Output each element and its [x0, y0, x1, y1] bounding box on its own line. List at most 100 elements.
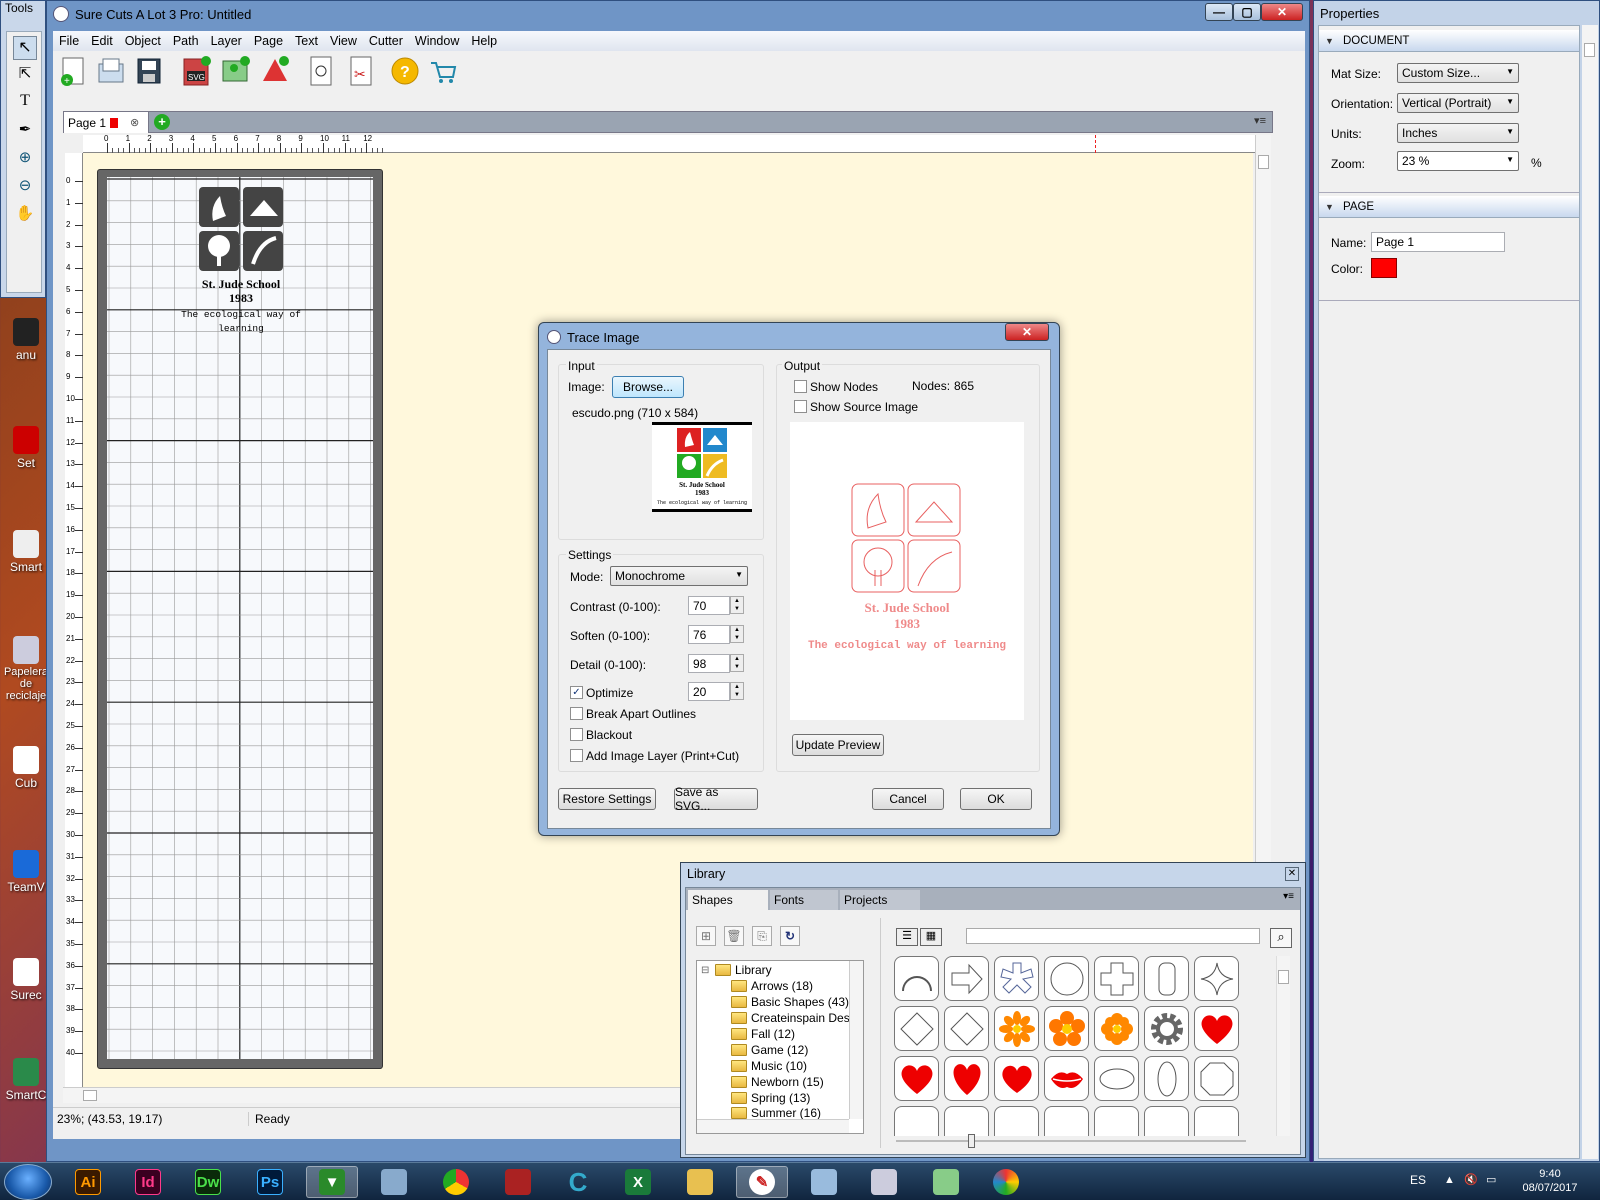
- help-icon[interactable]: ?: [389, 54, 421, 88]
- shape-item[interactable]: [1044, 1106, 1089, 1136]
- shape-diamond-icon[interactable]: [894, 1006, 939, 1051]
- paint-taskbar-button[interactable]: [980, 1166, 1032, 1198]
- cancel-button[interactable]: Cancel: [872, 788, 944, 810]
- shape-diamond-icon[interactable]: [944, 1006, 989, 1051]
- shape-flower-icon[interactable]: [1094, 1006, 1139, 1051]
- tab-shapes[interactable]: Shapes: [688, 890, 768, 910]
- library-close-icon[interactable]: ✕: [1285, 867, 1299, 881]
- app-taskbar-button[interactable]: [798, 1166, 850, 1198]
- tree-folder[interactable]: Arrows (18): [731, 979, 813, 993]
- library-menu-icon[interactable]: ▾≡: [1283, 891, 1294, 902]
- shape-rounded-rect-icon[interactable]: [1144, 956, 1189, 1001]
- close-button[interactable]: ✕: [1261, 3, 1303, 21]
- update-preview-button[interactable]: Update Preview: [792, 734, 884, 756]
- document-section-header[interactable]: DOCUMENT: [1319, 30, 1579, 52]
- shape-ellipse-icon[interactable]: [1144, 1056, 1189, 1101]
- shape-octagon-icon[interactable]: [1194, 1056, 1239, 1101]
- import-svg-icon[interactable]: SVG: [181, 54, 213, 88]
- new-folder-icon[interactable]: ⊞: [696, 926, 716, 946]
- list-view-icon[interactable]: ☰: [896, 928, 918, 946]
- tree-folder[interactable]: Basic Shapes (43): [731, 995, 849, 1009]
- desktop-icon[interactable]: SmartC: [0, 1058, 52, 1102]
- show-nodes-checkbox[interactable]: [794, 380, 807, 393]
- shape-ellipse-icon[interactable]: [1094, 1056, 1139, 1101]
- desktop-icon[interactable]: Smart: [0, 530, 52, 574]
- app-taskbar-button[interactable]: [920, 1166, 972, 1198]
- photoshop-taskbar-button[interactable]: Ps: [244, 1166, 296, 1198]
- illustrator-taskbar-button[interactable]: Ai: [62, 1166, 114, 1198]
- shape-cross-icon[interactable]: [1094, 956, 1139, 1001]
- show-source-checkbox[interactable]: [794, 400, 807, 413]
- shape-heart-icon[interactable]: [994, 1056, 1039, 1101]
- app-taskbar-button[interactable]: [492, 1166, 544, 1198]
- units-select[interactable]: Inches: [1397, 123, 1519, 143]
- menu-page[interactable]: Page: [248, 34, 289, 48]
- tree-folder[interactable]: Fall (12): [731, 1027, 795, 1041]
- shape-item[interactable]: [994, 1106, 1039, 1136]
- shape-arc-icon[interactable]: [894, 956, 939, 1001]
- shape-lips-icon[interactable]: [1044, 1056, 1089, 1101]
- library-search-input[interactable]: [966, 928, 1260, 944]
- tab-fonts[interactable]: Fonts: [770, 890, 838, 910]
- save-as-svg-button[interactable]: Save as SVG...: [674, 785, 758, 813]
- page-color-swatch[interactable]: [1371, 258, 1397, 278]
- shapes-scrollbar[interactable]: [1276, 956, 1290, 1136]
- menu-edit[interactable]: Edit: [85, 34, 119, 48]
- shape-item[interactable]: [1094, 1106, 1139, 1136]
- mode-select[interactable]: Monochrome: [610, 566, 748, 586]
- pan-hand-icon[interactable]: ✋: [13, 204, 37, 228]
- shape-heart-icon[interactable]: [944, 1056, 989, 1101]
- language-indicator[interactable]: ES: [1410, 1173, 1426, 1187]
- network-icon[interactable]: ▭: [1486, 1173, 1496, 1186]
- canvas-logo[interactable]: [198, 186, 284, 272]
- save-icon[interactable]: [133, 54, 165, 88]
- maximize-button[interactable]: ▢: [1233, 3, 1261, 21]
- blackout-checkbox[interactable]: [570, 728, 583, 741]
- tree-scrollbar[interactable]: [849, 961, 863, 1119]
- desktop-icon[interactable]: Set: [0, 426, 52, 470]
- shape-star4-icon[interactable]: [1194, 956, 1239, 1001]
- minimize-button[interactable]: —: [1205, 3, 1233, 21]
- shape-gear-icon[interactable]: [1144, 1006, 1189, 1051]
- tab-projects[interactable]: Projects: [840, 890, 920, 910]
- shape-item[interactable]: [1194, 1106, 1239, 1136]
- optimize-input[interactable]: 20: [688, 682, 730, 701]
- start-button[interactable]: [4, 1164, 52, 1200]
- tree-folder[interactable]: Music (10): [731, 1059, 807, 1073]
- restore-settings-button[interactable]: Restore Settings: [558, 788, 656, 810]
- volume-muted-icon[interactable]: 🔇: [1464, 1173, 1478, 1186]
- sure-cuts-taskbar-button[interactable]: ✎: [736, 1166, 788, 1198]
- tab-menu-icon[interactable]: ▾≡: [1254, 114, 1266, 127]
- menu-object[interactable]: Object: [119, 34, 167, 48]
- app-taskbar-button[interactable]: C: [552, 1166, 604, 1198]
- tree-folder[interactable]: Createinspain Desi: [731, 1011, 852, 1025]
- menu-window[interactable]: Window: [409, 34, 465, 48]
- scroll-thumb[interactable]: [1258, 155, 1269, 169]
- zoom-out-icon[interactable]: ⊖: [13, 176, 37, 200]
- browse-button[interactable]: Browse...: [612, 376, 684, 398]
- tree-folder[interactable]: Newborn (15): [731, 1075, 824, 1089]
- detail-input[interactable]: 98: [688, 654, 730, 673]
- tree-folder[interactable]: Summer (16): [731, 1107, 821, 1119]
- shape-heart-icon[interactable]: [894, 1056, 939, 1101]
- open-icon[interactable]: [95, 54, 127, 88]
- grid-view-icon[interactable]: ▦: [920, 928, 942, 946]
- refresh-icon[interactable]: ↻: [780, 926, 800, 946]
- soften-stepper[interactable]: ▲ ▼: [730, 625, 744, 643]
- cut-icon[interactable]: ✂: [345, 54, 377, 88]
- shape-item[interactable]: [894, 1106, 939, 1136]
- mat-size-select[interactable]: Custom Size...: [1397, 63, 1519, 83]
- menu-cutter[interactable]: Cutter: [363, 34, 409, 48]
- node-edit-tool-icon[interactable]: ⇱: [13, 64, 37, 88]
- desktop-icon[interactable]: Cub: [0, 746, 52, 790]
- desktop-icon[interactable]: Papelera de reciclaje: [0, 636, 52, 702]
- pen-tool-icon[interactable]: ✒: [13, 120, 37, 144]
- shape-size-slider[interactable]: [896, 1140, 1246, 1142]
- zoom-select[interactable]: 23 %: [1397, 151, 1519, 171]
- zoom-in-icon[interactable]: ⊕: [13, 148, 37, 172]
- search-icon[interactable]: ⌕: [1270, 928, 1292, 948]
- ok-button[interactable]: OK: [960, 788, 1032, 810]
- properties-scrollbar[interactable]: [1582, 25, 1598, 1159]
- tree-collapse-icon[interactable]: ⊟: [701, 965, 709, 976]
- menu-view[interactable]: View: [324, 34, 363, 48]
